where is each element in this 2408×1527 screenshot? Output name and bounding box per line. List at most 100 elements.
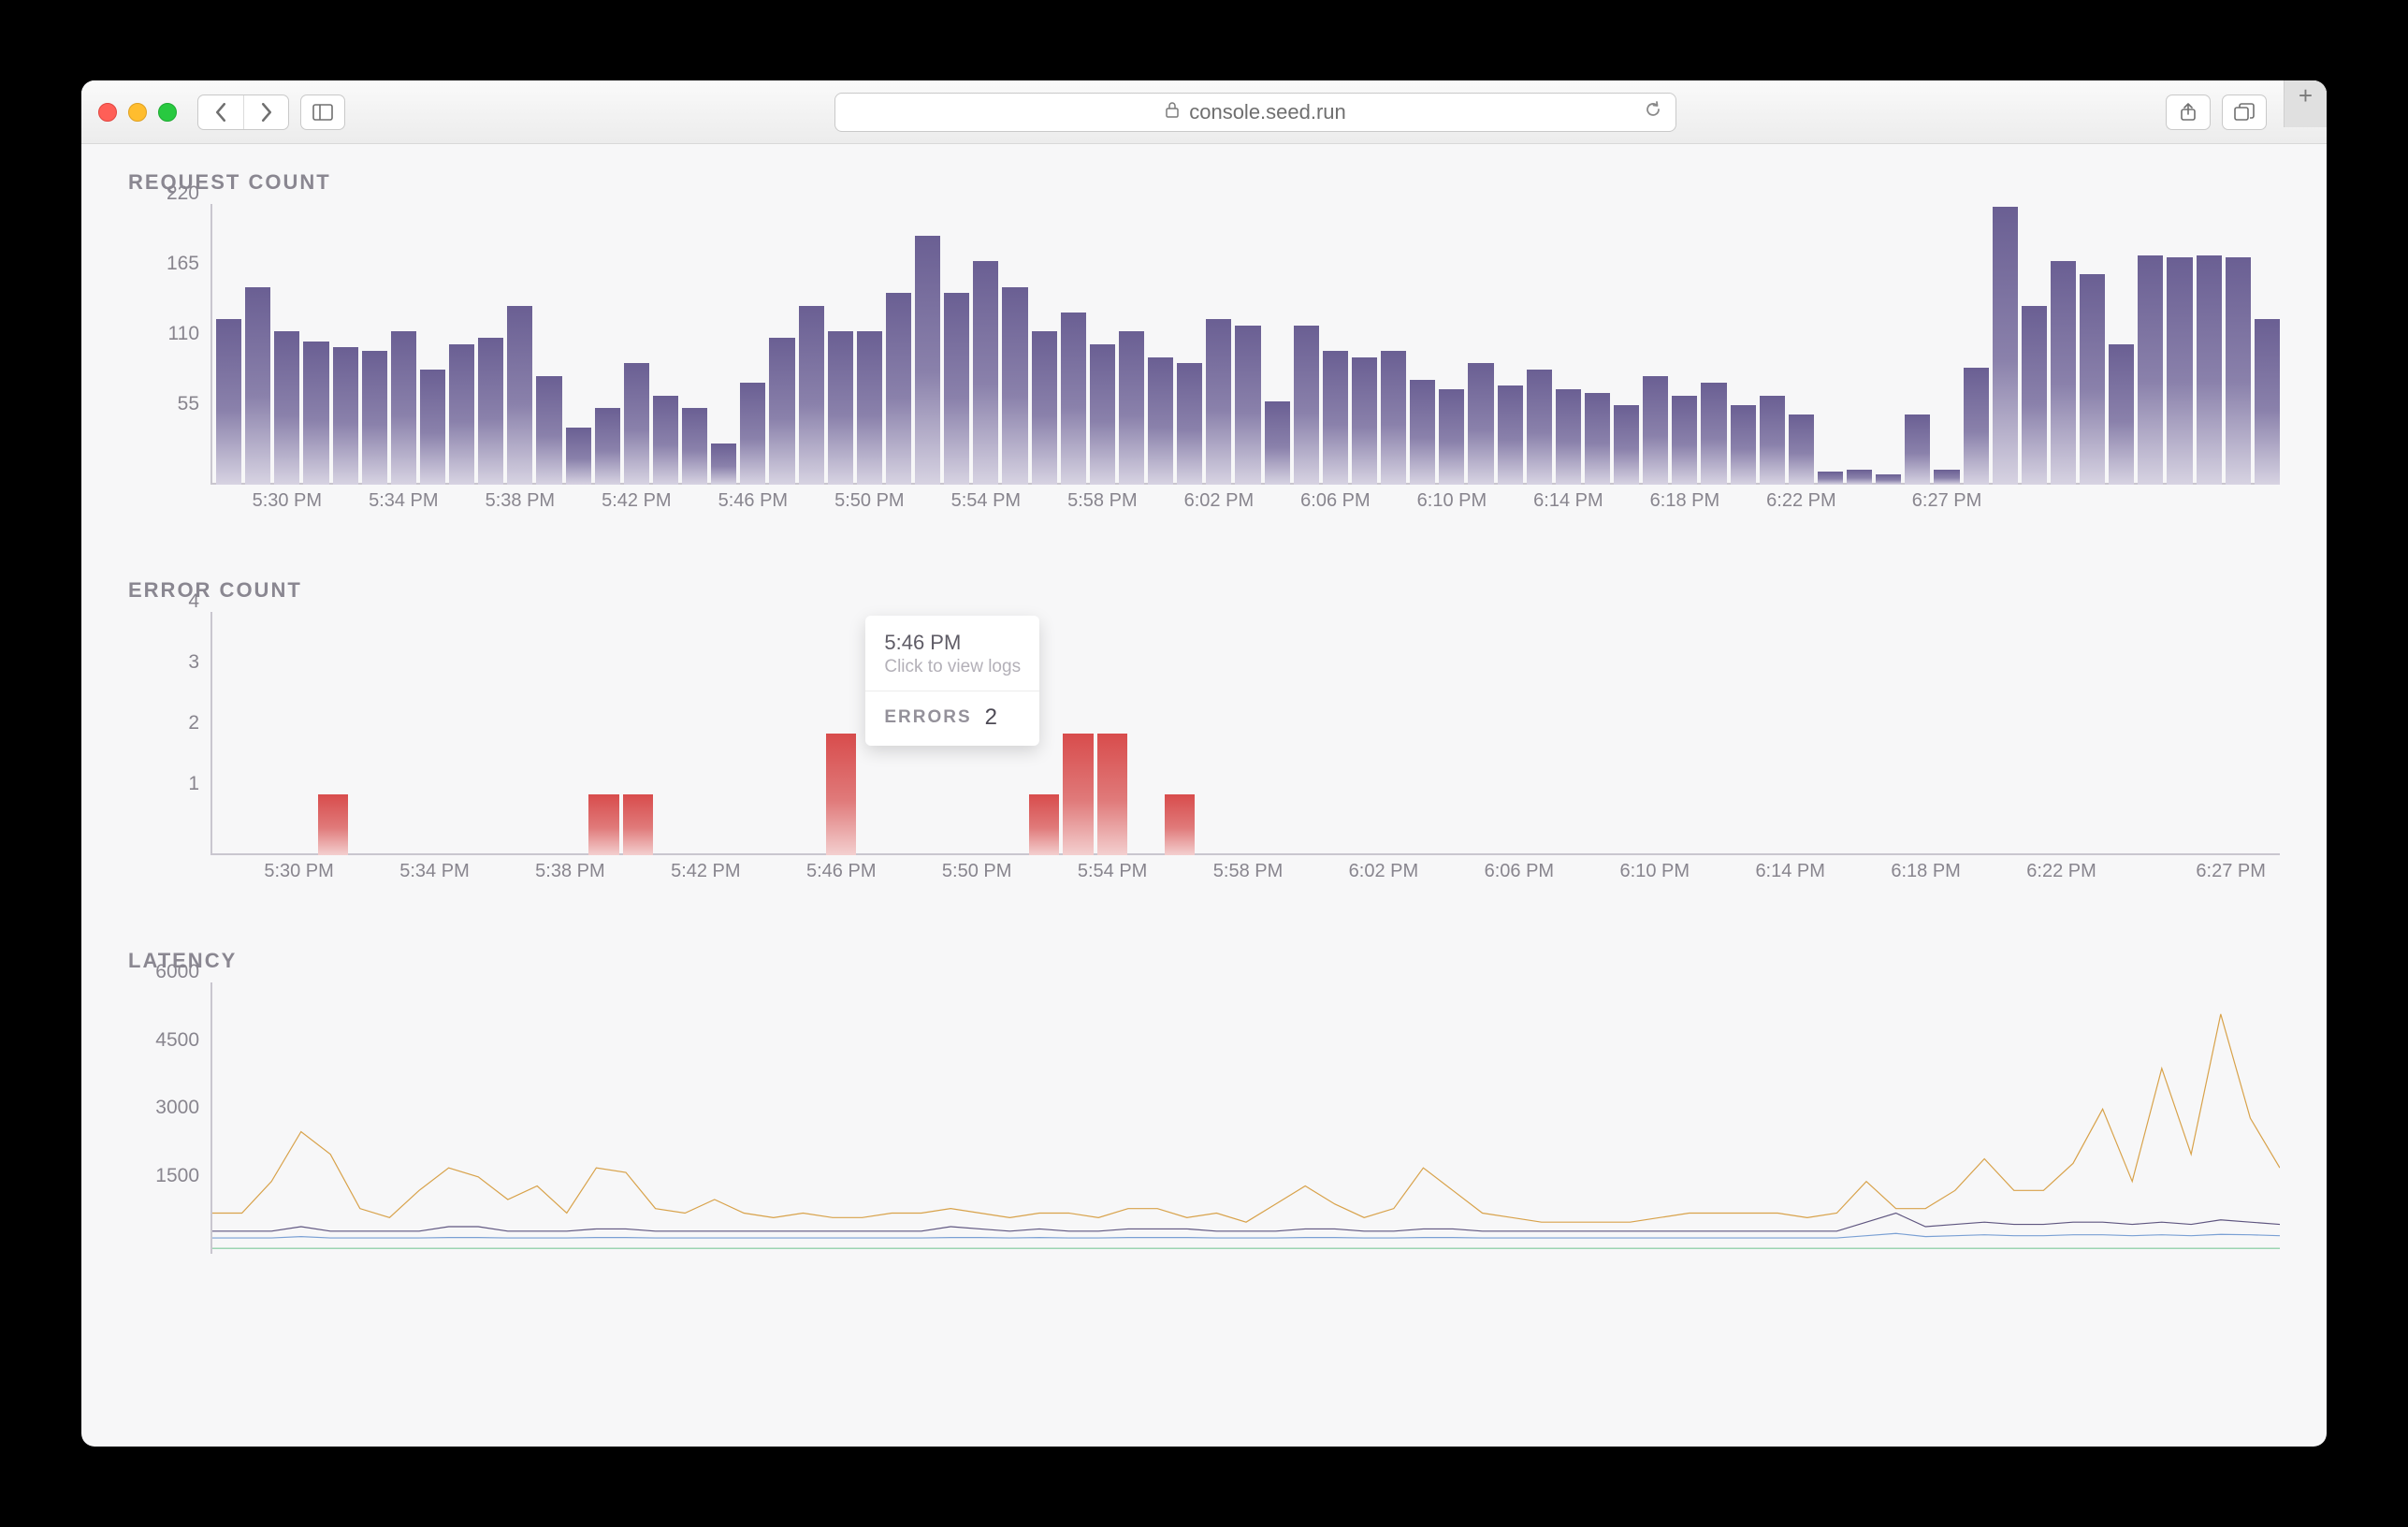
close-window-button[interactable] <box>98 103 117 122</box>
bar[interactable] <box>274 331 299 485</box>
bar[interactable] <box>1032 331 1057 485</box>
bar[interactable] <box>1876 474 1901 485</box>
bar[interactable] <box>1701 383 1726 485</box>
bar[interactable] <box>1119 331 1144 485</box>
bar[interactable] <box>1294 326 1319 485</box>
bar[interactable] <box>1061 313 1086 485</box>
bar[interactable] <box>2167 257 2192 485</box>
bar[interactable] <box>624 363 649 485</box>
bar[interactable] <box>1148 357 1173 485</box>
bar[interactable] <box>1585 393 1610 485</box>
request-count-title: REQUEST COUNT <box>128 170 2280 195</box>
bar[interactable] <box>2226 257 2251 485</box>
plot-area[interactable]: 5:30 PM5:34 PM5:38 PM5:42 PM5:46 PM5:50 … <box>210 612 2280 855</box>
bar[interactable] <box>1498 385 1523 485</box>
bar[interactable] <box>1760 396 1785 485</box>
bar[interactable] <box>595 408 620 485</box>
bar[interactable] <box>1381 351 1406 485</box>
bar[interactable] <box>1352 357 1377 485</box>
bar[interactable] <box>915 236 940 485</box>
bar[interactable] <box>682 408 707 485</box>
bar[interactable] <box>944 293 969 485</box>
tooltip-subtext: Click to view logs <box>884 657 1021 677</box>
bar[interactable] <box>623 794 653 855</box>
bar[interactable] <box>1206 319 1231 485</box>
bar[interactable] <box>1468 363 1493 485</box>
bar[interactable] <box>507 306 532 485</box>
bar[interactable] <box>2197 255 2222 485</box>
bar[interactable] <box>2255 319 2280 485</box>
address-bar[interactable]: console.seed.run <box>834 93 1676 132</box>
bar[interactable] <box>1090 344 1115 485</box>
sidebar-toggle-button[interactable] <box>300 95 345 130</box>
bar[interactable] <box>799 306 824 485</box>
bar[interactable] <box>1556 389 1581 485</box>
bar[interactable] <box>216 319 241 485</box>
bar[interactable] <box>536 376 561 485</box>
new-tab-button[interactable]: + <box>2284 80 2327 127</box>
bar[interactable] <box>1097 734 1127 855</box>
bar[interactable] <box>1789 414 1814 485</box>
bar[interactable] <box>318 794 348 855</box>
plot-area[interactable] <box>210 982 2280 1254</box>
bar[interactable] <box>1410 380 1435 485</box>
bar[interactable] <box>2138 255 2163 485</box>
bar[interactable] <box>2109 344 2134 485</box>
bar[interactable] <box>1265 401 1290 485</box>
bar[interactable] <box>2022 306 2047 485</box>
bar[interactable] <box>303 342 328 485</box>
bar[interactable] <box>1002 287 1027 485</box>
bar[interactable] <box>449 344 474 485</box>
bar[interactable] <box>245 287 270 485</box>
plot-area[interactable]: 5:30 PM5:34 PM5:38 PM5:42 PM5:46 PM5:50 … <box>210 204 2280 485</box>
bar[interactable] <box>1993 207 2018 485</box>
request-count-chart[interactable]: 22016511055 5:30 PM5:34 PM5:38 PM5:42 PM… <box>128 204 2280 513</box>
bar[interactable] <box>391 331 416 485</box>
minimize-window-button[interactable] <box>128 103 147 122</box>
bar[interactable] <box>1643 376 1668 485</box>
tabs-button[interactable] <box>2222 95 2267 130</box>
tooltip-errors-value: 2 <box>985 705 997 731</box>
share-button[interactable] <box>2166 95 2211 130</box>
bar[interactable] <box>2080 274 2105 485</box>
bar[interactable] <box>653 396 678 485</box>
bar[interactable] <box>826 734 856 855</box>
bar[interactable] <box>886 293 911 485</box>
latency-chart[interactable]: 6000450030001500 <box>128 982 2280 1263</box>
forward-button[interactable] <box>243 95 288 129</box>
bar[interactable] <box>769 338 794 485</box>
bar[interactable] <box>711 444 736 485</box>
bar[interactable] <box>1847 470 1872 485</box>
bar[interactable] <box>362 351 387 485</box>
bar[interactable] <box>2051 261 2076 485</box>
bar[interactable] <box>1063 734 1093 855</box>
bar[interactable] <box>1029 794 1059 855</box>
bar[interactable] <box>420 370 445 485</box>
bar[interactable] <box>1818 472 1843 485</box>
bar[interactable] <box>973 261 998 485</box>
bar[interactable] <box>1165 794 1195 855</box>
bar[interactable] <box>588 794 618 855</box>
zoom-window-button[interactable] <box>158 103 177 122</box>
chart-tooltip[interactable]: 5:46 PM Click to view logs ERRORS 2 <box>865 616 1039 746</box>
bar[interactable] <box>1934 470 1959 485</box>
bar[interactable] <box>1672 396 1697 485</box>
bar[interactable] <box>1235 326 1260 485</box>
back-button[interactable] <box>198 95 243 129</box>
bar[interactable] <box>1614 405 1639 485</box>
reload-icon[interactable] <box>1644 100 1662 124</box>
error-count-chart[interactable]: 4321 5:30 PM5:34 PM5:38 PM5:42 PM5:46 PM… <box>128 612 2280 883</box>
bar[interactable] <box>1905 414 1930 485</box>
bar[interactable] <box>1527 370 1552 485</box>
bar[interactable] <box>1323 351 1348 485</box>
bar[interactable] <box>566 428 591 485</box>
bar[interactable] <box>478 338 503 485</box>
bar[interactable] <box>740 383 765 485</box>
bar[interactable] <box>1964 368 1989 485</box>
bar[interactable] <box>1731 405 1756 485</box>
bar[interactable] <box>1177 363 1202 485</box>
bar[interactable] <box>333 347 358 485</box>
bar[interactable] <box>857 331 882 485</box>
bar[interactable] <box>828 331 853 485</box>
bar[interactable] <box>1439 389 1464 485</box>
